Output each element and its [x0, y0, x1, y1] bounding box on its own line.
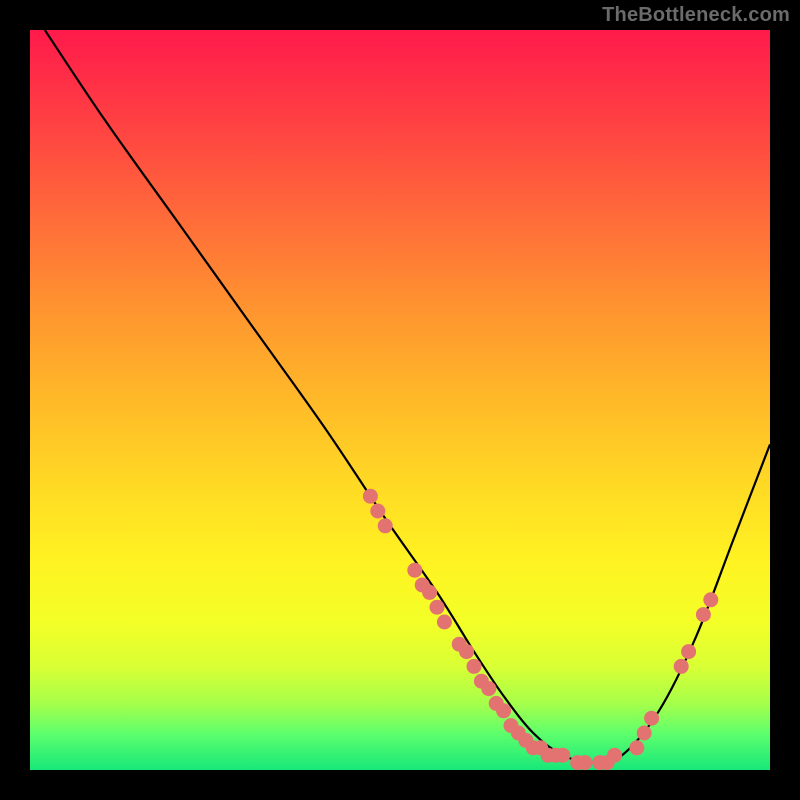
curve-marker: [682, 645, 696, 659]
curve-marker: [423, 585, 437, 599]
curve-marker: [630, 741, 644, 755]
curve-marker: [497, 704, 511, 718]
curve-markers: [363, 489, 717, 769]
curve-marker: [378, 519, 392, 533]
curve-marker: [363, 489, 377, 503]
curve-marker: [467, 659, 481, 673]
curve-marker: [696, 608, 710, 622]
curve-marker: [637, 726, 651, 740]
bottleneck-curve-svg: [30, 30, 770, 770]
curve-marker: [645, 711, 659, 725]
curve-marker: [608, 748, 622, 762]
curve-marker: [704, 593, 718, 607]
chart-plot-area: [30, 30, 770, 770]
curve-marker: [674, 659, 688, 673]
curve-marker: [371, 504, 385, 518]
curve-marker: [430, 600, 444, 614]
attribution-text: TheBottleneck.com: [602, 4, 790, 27]
curve-marker: [437, 615, 451, 629]
curve-marker: [460, 645, 474, 659]
curve-marker: [556, 748, 570, 762]
bottleneck-curve-line: [45, 30, 770, 763]
curve-marker: [408, 563, 422, 577]
curve-marker: [482, 682, 496, 696]
curve-marker: [578, 756, 592, 770]
